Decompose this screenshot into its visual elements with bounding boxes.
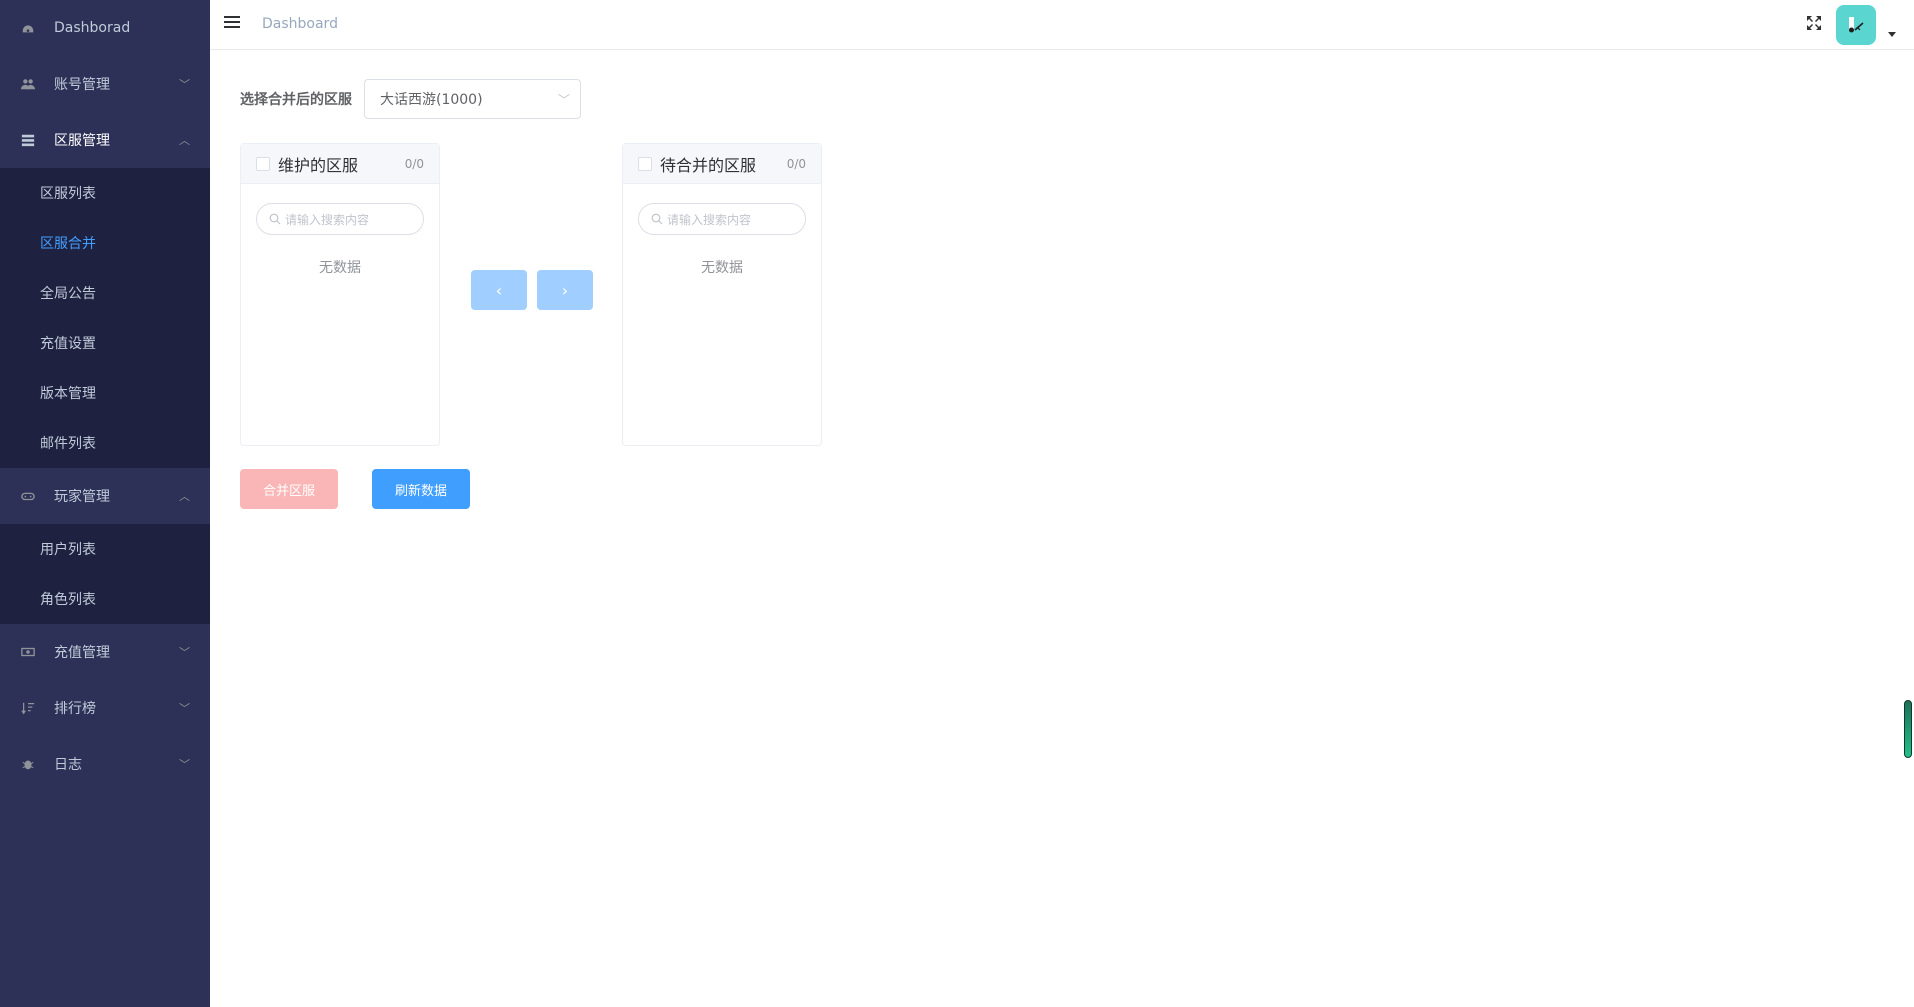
select-all-checkbox[interactable] — [256, 156, 270, 171]
sidebar-item-version-management[interactable]: 版本管理 — [0, 368, 210, 418]
sidebar-item-label: 玩家管理 — [54, 489, 110, 505]
sidebar-item-label: 排行榜 — [54, 701, 96, 717]
sidebar-item-recharge-settings[interactable]: 充值设置 — [0, 318, 210, 368]
sidebar-item-role-list[interactable]: 角色列表 — [0, 574, 210, 624]
money-icon — [20, 644, 36, 660]
transfer-panel-right: 待合并的区服 0/0 请输入搜索内容 无数据 — [622, 143, 822, 446]
main-content: 选择合并后的区服 大话西游(1000) ﹀ 维护的区服 0/0 请输入搜索内容 … — [210, 51, 1914, 1007]
search-icon — [269, 213, 281, 225]
sidebar-item-user-list[interactable]: 用户列表 — [0, 524, 210, 574]
transfer-panel-left: 维护的区服 0/0 请输入搜索内容 无数据 — [240, 143, 440, 446]
search-placeholder: 请输入搜索内容 — [667, 212, 752, 227]
hamburger-icon[interactable] — [224, 16, 240, 30]
sidebar-item-label: 日志 — [54, 757, 82, 773]
chevron-down-icon: ﹀ — [179, 78, 190, 91]
transfer-panel-title: 待合并的区服 — [660, 155, 757, 175]
sidebar-item-ranking[interactable]: 排行榜 ﹀ — [0, 680, 210, 736]
sidebar-item-servers[interactable]: 区服管理 ︿ — [0, 112, 210, 168]
sidebar-item-dashboard[interactable]: Dashborad — [0, 0, 210, 56]
sidebar-item-global-notice[interactable]: 全局公告 — [0, 268, 210, 318]
bug-icon — [20, 756, 36, 772]
server-icon — [20, 132, 36, 148]
move-left-button[interactable]: ‹ — [471, 270, 527, 310]
chevron-down-icon: ﹀ — [179, 758, 190, 771]
empty-text: 无数据 — [319, 260, 361, 276]
avatar[interactable] — [1836, 5, 1876, 45]
merge-target-label: 选择合并后的区服 — [240, 92, 352, 108]
sidebar-item-label: Dashborad — [54, 20, 131, 36]
transfer-panel-count: 0/0 — [404, 156, 424, 171]
users-icon — [20, 76, 36, 92]
gamepad-icon — [20, 488, 36, 504]
sidebar-item-accounts[interactable]: 账号管理 ﹀ — [0, 56, 210, 112]
top-navbar: Dashboard — [210, 0, 1914, 50]
chevron-up-icon: ︿ — [179, 490, 190, 503]
transfer-panel-header: 待合并的区服 0/0 — [623, 144, 821, 184]
submenu-servers: 区服列表 区服合并 全局公告 充值设置 版本管理 邮件列表 — [0, 168, 210, 468]
sidebar-item-recharge[interactable]: 充值管理 ﹀ — [0, 624, 210, 680]
dashboard-icon — [20, 20, 36, 36]
sidebar-item-server-list[interactable]: 区服列表 — [0, 168, 210, 218]
chevron-right-icon: › — [561, 280, 569, 300]
sidebar-item-label: 充值管理 — [54, 645, 110, 661]
chevron-down-icon: ﹀ — [179, 702, 190, 715]
select-all-checkbox[interactable] — [638, 156, 652, 171]
search-placeholder: 请输入搜索内容 — [285, 212, 370, 227]
sidebar-item-server-merge[interactable]: 区服合并 — [0, 218, 210, 268]
sort-icon — [20, 700, 36, 716]
merge-target-value: 大话西游(1000) — [380, 92, 483, 108]
chevron-left-icon: ‹ — [495, 280, 503, 300]
sidebar-item-label: 区服管理 — [54, 133, 110, 149]
sidebar-item-mail-list[interactable]: 邮件列表 — [0, 418, 210, 468]
chevron-down-icon: ﹀ — [557, 93, 570, 107]
submenu-players: 用户列表 角色列表 — [0, 524, 210, 624]
transfer-search-input[interactable]: 请输入搜索内容 — [256, 203, 424, 235]
app-root: Dashborad 账号管理 ﹀ 区服管理 ︿ 区服列表 区服合并 全局公告 充… — [0, 0, 1914, 1007]
sidebar: Dashborad 账号管理 ﹀ 区服管理 ︿ 区服列表 区服合并 全局公告 充… — [0, 0, 210, 1007]
transfer-panel-header: 维护的区服 0/0 — [241, 144, 439, 184]
move-right-button[interactable]: › — [537, 270, 593, 310]
search-icon — [651, 213, 663, 225]
transfer-panel-count: 0/0 — [786, 156, 806, 171]
transfer-search-input[interactable]: 请输入搜索内容 — [638, 203, 806, 235]
sidebar-item-logs[interactable]: 日志 ﹀ — [0, 736, 210, 792]
merge-target-select[interactable]: 大话西游(1000) ﹀ — [364, 79, 581, 119]
chevron-down-icon: ﹀ — [179, 646, 190, 659]
breadcrumb[interactable]: Dashboard — [262, 16, 338, 32]
transfer-panel-title: 维护的区服 — [278, 155, 359, 175]
merge-servers-button[interactable]: 合并区服 — [240, 469, 338, 509]
refresh-data-button[interactable]: 刷新数据 — [372, 469, 470, 509]
floating-scroll-widget[interactable] — [1904, 700, 1912, 758]
chevron-up-icon: ︿ — [179, 134, 190, 147]
avatar-image-icon — [1849, 17, 1864, 33]
merge-target-row: 选择合并后的区服 大话西游(1000) ﹀ — [240, 79, 581, 119]
sidebar-item-label: 账号管理 — [54, 77, 110, 93]
caret-down-icon[interactable] — [1888, 32, 1896, 37]
empty-text: 无数据 — [701, 260, 743, 276]
fullscreen-icon[interactable] — [1805, 15, 1823, 33]
sidebar-item-players[interactable]: 玩家管理 ︿ — [0, 468, 210, 524]
